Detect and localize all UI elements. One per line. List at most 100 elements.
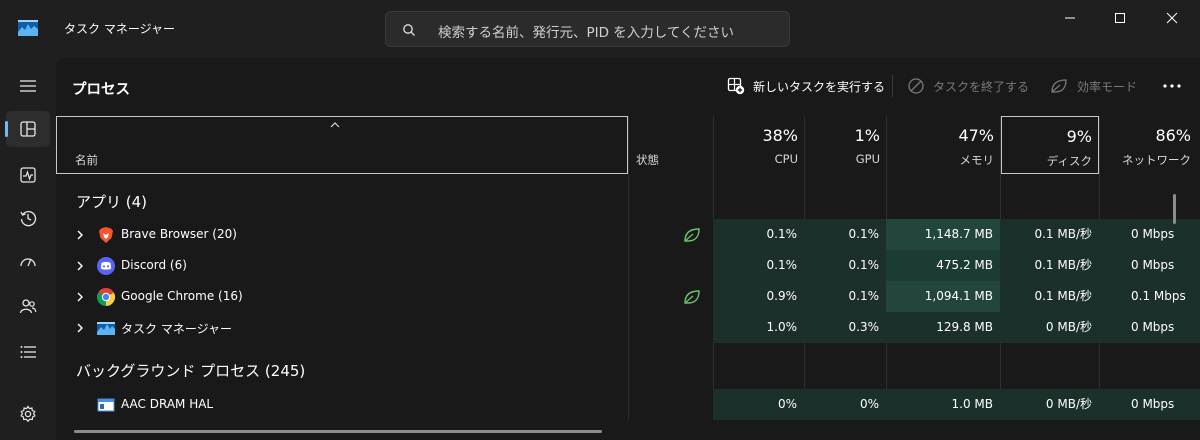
- column-header-disk[interactable]: 9% ディスク: [1001, 116, 1099, 174]
- vertical-scrollbar[interactable]: [1173, 194, 1176, 224]
- gpu-cell: 0%: [804, 389, 886, 420]
- cpu-cell: 1.0%: [713, 312, 804, 343]
- gear-icon: [20, 405, 36, 423]
- end-task-label: タスクを終了する: [933, 79, 1030, 94]
- page-title: プロセス: [72, 82, 130, 98]
- disk-cell: 0.1 MB/秒: [1000, 219, 1099, 250]
- process-name: AAC DRAM HAL: [121, 397, 214, 411]
- gpu-cell: 0.1%: [804, 219, 886, 250]
- column-cpu-label: CPU: [774, 152, 798, 166]
- discord-icon: [97, 257, 115, 275]
- column-header-network[interactable]: 86% ネットワーク: [1099, 116, 1197, 174]
- process-name: Brave Browser (20): [121, 227, 237, 241]
- horizontal-scrollbar[interactable]: [74, 430, 602, 433]
- nav-item-processes[interactable]: [6, 111, 50, 147]
- nav-item-performance[interactable]: [6, 157, 50, 193]
- close-button[interactable]: [1160, 9, 1184, 27]
- network-total-percent: 86%: [1155, 126, 1191, 145]
- efficiency-leaf-icon: [684, 228, 700, 242]
- startup-gauge-icon: [20, 258, 36, 267]
- task-manager-icon: [97, 322, 115, 335]
- table-row[interactable]: AAC DRAM HAL 0% 0% 1.0 MB 0 MB/秒 0 Mbps: [56, 389, 1200, 420]
- gpu-total-percent: 1%: [854, 126, 880, 145]
- search-icon: [403, 24, 415, 36]
- more-icon: [1163, 84, 1181, 88]
- nav-item-details[interactable]: [6, 334, 50, 370]
- table-row[interactable]: タスク マネージャー 1.0% 0.3% 129.8 MB 0 MB/秒 0 M…: [56, 312, 1200, 343]
- nav-item-startup[interactable]: [6, 244, 50, 280]
- column-network-label: ネットワーク: [1122, 153, 1191, 167]
- new-task-icon: [727, 77, 745, 95]
- network-cell: 0 Mbps: [1099, 312, 1200, 343]
- maximize-icon: [1115, 13, 1125, 23]
- process-name: Discord (6): [121, 258, 187, 272]
- minimize-button[interactable]: [1058, 9, 1082, 27]
- column-gpu-label: GPU: [855, 152, 880, 166]
- column-header-memory[interactable]: 47% メモリ: [886, 116, 1000, 174]
- efficiency-leaf-icon: [684, 290, 700, 304]
- toolbar-divider: [892, 75, 893, 97]
- hamburger-icon: [20, 80, 36, 92]
- section-header-apps: アプリ (4): [76, 193, 148, 211]
- column-header-name[interactable]: 名前: [56, 116, 628, 174]
- network-cell: 0.1 Mbps: [1099, 281, 1200, 312]
- gpu-cell: 0.3%: [804, 312, 886, 343]
- section-header-background: バックグラウンド プロセス (245): [76, 362, 306, 380]
- chevron-right-icon[interactable]: [75, 229, 85, 241]
- chevron-right-icon[interactable]: [75, 291, 85, 303]
- processes-icon: [20, 121, 36, 137]
- network-cell: 0 Mbps: [1099, 389, 1200, 420]
- search-placeholder[interactable]: 検索する名前、発行元、PID を入力してください: [438, 21, 734, 41]
- sort-ascending-icon: [330, 122, 340, 128]
- run-new-task-label: 新しいタスクを実行する: [753, 79, 886, 94]
- nav-item-users[interactable]: [6, 288, 50, 324]
- prohibit-icon: [908, 78, 924, 94]
- chrome-icon: [97, 288, 115, 306]
- table-row[interactable]: Discord (6) 0.1% 0.1% 475.2 MB 0.1 MB/秒 …: [56, 250, 1200, 281]
- column-header-cpu[interactable]: 38% CPU: [713, 116, 804, 174]
- process-name: Google Chrome (16): [121, 289, 243, 303]
- cpu-cell: 0.1%: [713, 219, 804, 250]
- process-name: タスク マネージャー: [121, 322, 232, 336]
- maximize-button[interactable]: [1108, 9, 1132, 27]
- table-row[interactable]: Brave Browser (20) 0.1% 0.1% 1,148.7 MB …: [56, 219, 1200, 250]
- minimize-icon: [1065, 17, 1075, 19]
- disk-total-percent: 9%: [1066, 127, 1092, 146]
- end-task-button[interactable]: タスクを終了する: [907, 77, 1029, 95]
- memory-total-percent: 47%: [958, 126, 994, 145]
- disk-cell: 0.1 MB/秒: [1000, 250, 1099, 281]
- run-new-task-button[interactable]: 新しいタスクを実行する: [727, 77, 885, 95]
- history-icon: [20, 211, 37, 227]
- cpu-cell: 0.1%: [713, 250, 804, 281]
- efficiency-mode-label: 効率モード: [1077, 79, 1138, 94]
- memory-cell: 475.2 MB: [886, 250, 1000, 281]
- leaf-icon: [1051, 79, 1067, 93]
- nav-active-indicator: [5, 121, 8, 137]
- column-header-gpu[interactable]: 1% GPU: [804, 116, 886, 174]
- nav-item-app-history[interactable]: [6, 200, 50, 236]
- nav-item-settings[interactable]: [6, 396, 50, 432]
- disk-cell: 0.1 MB/秒: [1000, 281, 1099, 312]
- column-memory-label: メモリ: [959, 153, 995, 167]
- nav-menu-button[interactable]: [6, 68, 50, 104]
- processes-panel: プロセス 新しいタスクを実行する タスクを終了する 効率モード 名前 状態 38…: [56, 58, 1200, 440]
- chevron-right-icon[interactable]: [75, 260, 85, 272]
- cpu-cell: 0.9%: [713, 281, 804, 312]
- navigation-pane: [0, 58, 56, 440]
- chevron-right-icon[interactable]: [75, 322, 85, 334]
- users-icon: [19, 299, 37, 314]
- gpu-cell: 0.1%: [804, 281, 886, 312]
- details-list-icon: [20, 346, 36, 358]
- more-options-button[interactable]: [1160, 76, 1184, 96]
- search-box[interactable]: 検索する名前、発行元、PID を入力してください: [385, 11, 790, 47]
- column-disk-label: ディスク: [1046, 154, 1092, 168]
- disk-cell: 0 MB/秒: [1000, 312, 1099, 343]
- efficiency-mode-button[interactable]: 効率モード: [1049, 77, 1137, 95]
- performance-icon: [20, 167, 36, 183]
- task-manager-icon: [18, 20, 38, 36]
- column-header-status[interactable]: 状態: [628, 116, 713, 174]
- memory-cell: 1.0 MB: [886, 389, 1000, 420]
- gpu-cell: 0.1%: [804, 250, 886, 281]
- table-row[interactable]: Google Chrome (16) 0.9% 0.1% 1,094.1 MB …: [56, 281, 1200, 312]
- column-name-label: 名前: [75, 153, 98, 167]
